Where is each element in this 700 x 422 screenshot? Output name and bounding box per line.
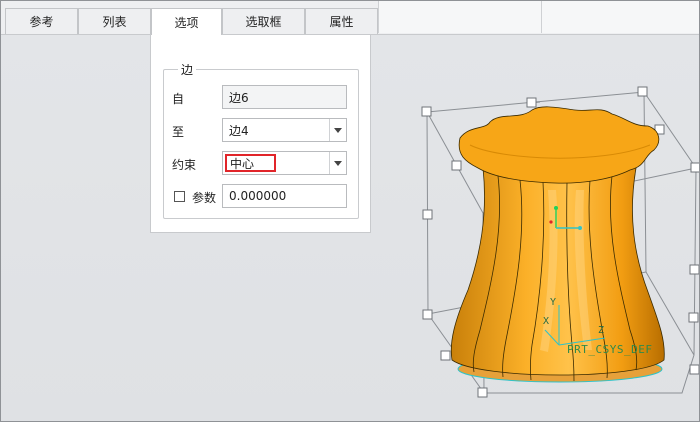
tab-options[interactable]: 选项 [151,8,222,35]
toolbar-area [542,0,700,33]
constraint-value: 中心 [230,156,255,171]
tab-label: 列表 [102,15,127,29]
dashboard-tabbar: 参考 列表 选项 选取框 属性 [0,0,700,35]
to-label: 至 [172,125,185,139]
param-value: 0.000000 [229,189,287,203]
options-panel: 边 自 边6 至 边4 约束 中心 参数 0.000000 [150,35,371,233]
chevron-down-icon[interactable] [329,119,346,141]
tab-selection-box[interactable]: 选取框 [222,8,305,34]
tab-properties[interactable]: 属性 [305,8,378,34]
tab-label: 选项 [174,15,199,30]
edge-group: 边 自 边6 至 边4 约束 中心 参数 0.000000 [163,61,359,219]
param-label: 参数 [192,191,217,205]
constraint-selected: 中心 [225,154,276,172]
chevron-down-icon[interactable] [329,152,346,174]
tab-label: 属性 [329,15,354,29]
tab-label: 参考 [29,15,54,29]
edge-group-title: 边 [178,61,197,78]
tab-label: 选取框 [245,15,282,29]
param-input[interactable]: 0.000000 [222,184,347,208]
constraint-dropdown[interactable]: 中心 [222,151,347,175]
from-value: 边6 [229,90,249,105]
param-checkbox[interactable] [174,191,185,202]
from-label: 自 [172,92,185,106]
constraint-label: 约束 [172,158,197,172]
to-dropdown[interactable]: 边4 [222,118,347,142]
tab-list[interactable]: 列表 [78,8,151,34]
from-field[interactable]: 边6 [222,85,347,109]
to-value: 边4 [229,123,249,138]
axis-x-label: X [543,316,550,327]
toolbar-area [378,0,542,33]
csys-label: PRT_CSYS_DEF [567,343,653,356]
tab-references[interactable]: 参考 [5,8,78,34]
axis-y-label: Y [550,297,557,308]
axis-z-label: Z [598,325,605,336]
